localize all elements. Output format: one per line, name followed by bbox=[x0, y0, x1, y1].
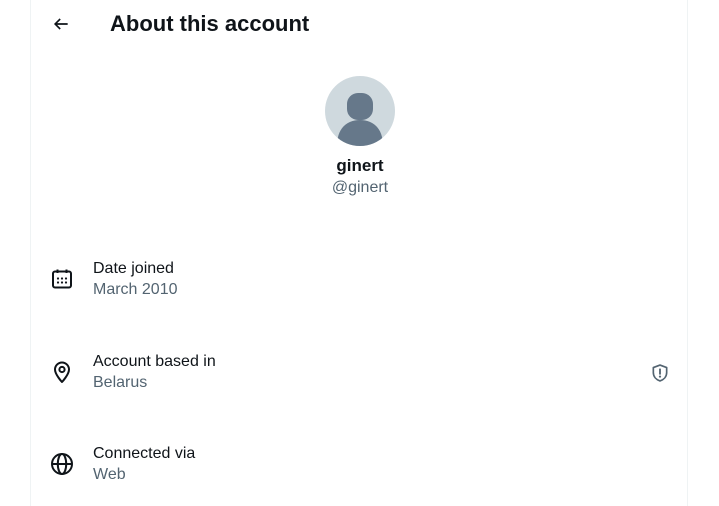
info-row-text: Date joined March 2010 bbox=[93, 258, 178, 301]
display-name[interactable]: ginert bbox=[31, 155, 689, 177]
globe-icon bbox=[51, 453, 73, 475]
header: About this account bbox=[31, 0, 689, 50]
info-value: March 2010 bbox=[93, 281, 178, 298]
calendar-icon bbox=[52, 269, 72, 289]
back-button[interactable] bbox=[45, 8, 77, 40]
info-label: Date joined bbox=[93, 260, 174, 277]
info-row-text: Account based in Belarus bbox=[93, 351, 216, 394]
info-label: Connected via bbox=[93, 445, 196, 462]
info-value: Belarus bbox=[93, 374, 148, 391]
info-label: Account based in bbox=[93, 353, 216, 370]
info-row-text: Connected via Web bbox=[93, 443, 195, 486]
info-value: Web bbox=[93, 466, 126, 483]
shield-alert-icon[interactable] bbox=[650, 363, 670, 383]
info-row-connected-via: Connected via Web bbox=[31, 435, 689, 495]
location-pin-icon bbox=[54, 361, 70, 383]
user-handle[interactable]: @ginert bbox=[31, 177, 689, 199]
arrow-left-icon bbox=[53, 18, 68, 30]
info-row-account-based-in: Account based in Belarus bbox=[31, 343, 689, 403]
default-avatar-icon bbox=[337, 93, 383, 146]
avatar[interactable] bbox=[325, 76, 395, 146]
profile-summary: ginert @ginert bbox=[31, 76, 689, 199]
about-account-panel: About this account ginert @ginert Date j… bbox=[30, 0, 688, 506]
info-row-date-joined: Date joined March 2010 bbox=[31, 250, 689, 310]
page-title: About this account bbox=[110, 11, 310, 36]
